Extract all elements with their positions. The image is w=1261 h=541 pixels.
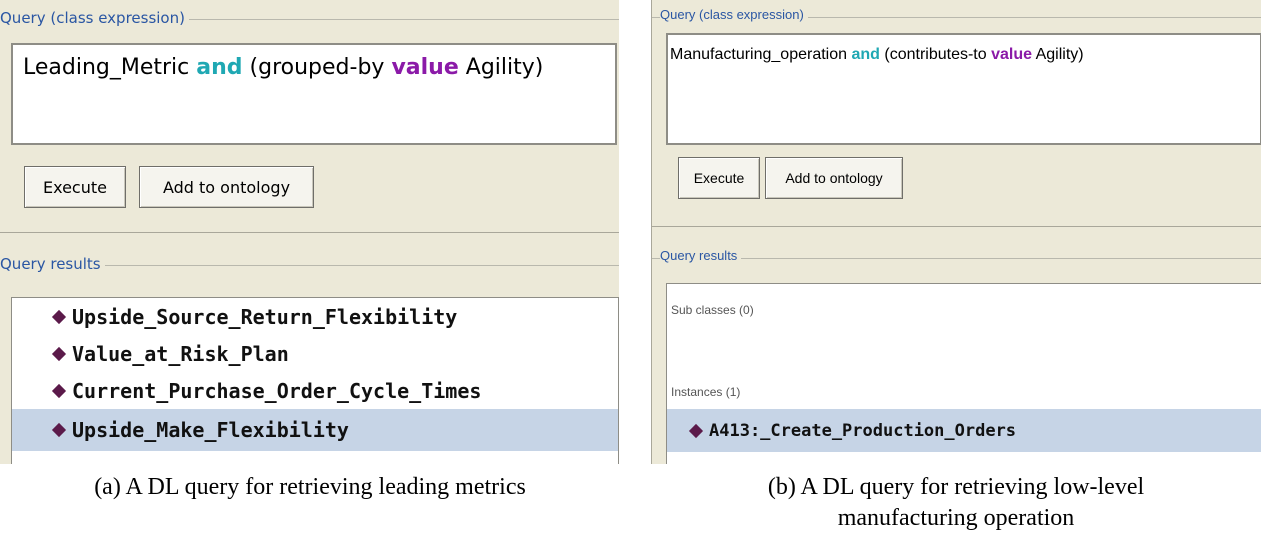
instances-label: Instances (1) xyxy=(671,385,741,399)
result-item[interactable]: Value_at_Risk_Plan xyxy=(12,335,618,372)
result-label: Upside_Make_Flexibility xyxy=(72,418,349,442)
caption-b-line2: manufacturing operation xyxy=(837,505,1075,531)
section-divider xyxy=(0,232,619,233)
caption-b-line1: (b) A DL query for retrieving low-level xyxy=(767,474,1145,500)
expr-keyword-and: and xyxy=(851,46,880,63)
execute-button-a[interactable]: Execute xyxy=(24,166,126,208)
query-panel-a: Query (class expression) Leading_Metric … xyxy=(0,0,619,464)
query-title-b: Query (class expression) xyxy=(660,7,808,22)
add-to-ontology-button-a[interactable]: Add to ontology xyxy=(139,166,314,208)
result-label: Upside_Source_Return_Flexibility xyxy=(72,304,458,329)
expr-keyword-value: value xyxy=(391,55,459,80)
result-item[interactable]: Upside_Source_Return_Flexibility xyxy=(12,298,618,335)
individual-diamond-icon xyxy=(51,422,67,438)
section-border xyxy=(652,258,1261,259)
expr-class: Manufacturing_operation xyxy=(670,46,848,63)
results-title-a: Query results xyxy=(0,255,105,273)
result-item-selected[interactable]: Upside_Make_Flexibility xyxy=(12,409,618,451)
expr-keyword-and: and xyxy=(196,55,243,80)
instance-item-selected[interactable]: A413:_Create_Production_Orders xyxy=(667,409,1261,452)
result-label: Value_at_Risk_Plan xyxy=(72,341,289,366)
expr-property: (grouped-by xyxy=(249,55,385,80)
individual-diamond-icon xyxy=(51,309,67,324)
individual-diamond-icon xyxy=(51,346,67,361)
individual-diamond-icon xyxy=(688,423,704,438)
query-section-a: Query (class expression) Leading_Metric … xyxy=(0,0,619,232)
class-expression-editor-b[interactable]: Manufacturing_operation and (contributes… xyxy=(666,33,1261,145)
section-divider xyxy=(652,226,1261,227)
execute-button-b[interactable]: Execute xyxy=(678,157,760,199)
class-expression-editor-a[interactable]: Leading_Metric and (grouped-by value Agi… xyxy=(11,43,617,145)
results-list-a: Upside_Source_Return_Flexibility Value_a… xyxy=(11,297,619,464)
results-section-b: Query results Sub classes (0) Instances … xyxy=(652,236,1261,464)
results-title-b: Query results xyxy=(660,248,742,263)
result-label: Current_Purchase_Order_Cycle_Times xyxy=(72,378,482,403)
query-title-a: Query (class expression) xyxy=(0,9,189,27)
expr-keyword-value: value xyxy=(991,46,1033,63)
expr-property: (contributes-to xyxy=(884,46,987,63)
instance-label: A413:_Create_Production_Orders xyxy=(709,420,1017,441)
result-item[interactable]: Current_Purchase_Order_Cycle_Times xyxy=(12,372,618,409)
subclasses-label: Sub classes (0) xyxy=(671,303,754,317)
expr-class: Leading_Metric xyxy=(23,55,190,80)
add-to-ontology-button-b[interactable]: Add to ontology xyxy=(765,157,903,199)
expr-individual: Agility) xyxy=(465,55,544,80)
query-section-b: Query (class expression) Manufacturing_o… xyxy=(652,0,1261,226)
results-section-a: Query results Upside_Source_Return_Flexi… xyxy=(0,246,619,464)
caption-a: (a) A DL query for retrieving leading me… xyxy=(94,474,526,500)
individual-diamond-icon xyxy=(51,383,67,398)
query-panel-b: Query (class expression) Manufacturing_o… xyxy=(651,0,1261,464)
expr-individual: Agility) xyxy=(1035,46,1084,63)
results-list-b: Sub classes (0) Instances (1) A413:_Crea… xyxy=(666,283,1261,464)
